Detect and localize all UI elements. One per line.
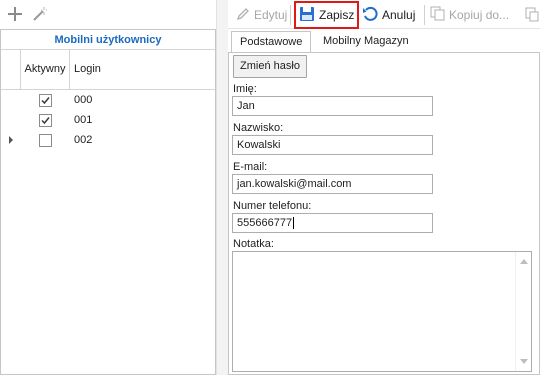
text-caret [293, 217, 295, 230]
current-row-arrow-icon [9, 136, 13, 144]
row-selector[interactable] [1, 130, 21, 150]
pencil-icon [236, 7, 250, 24]
toolbar-separator [290, 5, 291, 25]
table-row[interactable]: 001 [1, 110, 215, 130]
login-cell: 001 [74, 114, 93, 126]
basic-form-panel: Zmień hasło Imię: Jan Nazwisko: Kowalski… [228, 52, 540, 375]
last-name-field[interactable]: Kowalski [232, 135, 433, 155]
floppy-disk-icon [299, 6, 315, 25]
phone-field[interactable]: 555666777 [232, 213, 433, 233]
email-label: E-mail: [233, 161, 268, 173]
note-label: Notatka: [233, 238, 274, 250]
undo-icon [362, 6, 378, 25]
phone-value: 555666777 [237, 217, 293, 229]
tab-mobile-warehouse[interactable]: Mobilny Magazyn [315, 31, 417, 52]
edit-label: Edytuj [254, 8, 288, 22]
scroll-up-icon[interactable] [520, 259, 528, 264]
active-cell [21, 130, 70, 150]
toolbar-separator [424, 5, 425, 25]
last-name-label: Nazwisko: [233, 122, 284, 134]
active-cell [21, 110, 70, 130]
table-row[interactable]: 002 [1, 130, 215, 150]
form-toolbar: Edytuj Zapisz Anuluj Kopiuj do... [228, 0, 540, 29]
checkmark-icon [41, 116, 50, 124]
row-selector-header [1, 50, 21, 89]
edit-button[interactable]: Edytuj [236, 3, 287, 27]
phone-label: Numer telefonu: [233, 200, 312, 212]
login-cell: 002 [74, 134, 93, 146]
grid-title: Mobilni użytkownicy [1, 30, 215, 50]
checkmark-icon [41, 96, 50, 104]
tab-strip: Podstawowe Mobilny Magazyn [228, 29, 540, 52]
first-name-field[interactable]: Jan [232, 96, 433, 116]
copy-icon [430, 6, 445, 24]
copy-to-button[interactable]: Kopiuj do... [430, 3, 509, 27]
note-textarea[interactable] [232, 251, 532, 372]
magic-wand-icon[interactable] [30, 4, 50, 24]
note-scrollbar[interactable] [515, 252, 531, 371]
cancel-button[interactable]: Anuluj [362, 3, 415, 27]
export-icon[interactable] [522, 4, 540, 24]
panel-splitter[interactable] [216, 0, 228, 375]
column-header-active[interactable]: Aktywny [21, 50, 70, 89]
active-checkbox[interactable] [39, 113, 52, 127]
tab-basic[interactable]: Podstawowe [231, 31, 312, 52]
row-selector[interactable] [1, 110, 21, 130]
active-checkbox[interactable] [39, 133, 52, 147]
left-toolbar [0, 0, 216, 29]
table-row[interactable]: 000 [1, 90, 215, 110]
first-name-label: Imię: [233, 83, 257, 95]
login-cell: 000 [74, 94, 93, 106]
active-cell [21, 90, 70, 110]
column-header-login[interactable]: Login [74, 50, 215, 89]
save-button[interactable]: Zapisz [294, 1, 360, 29]
cancel-label: Anuluj [382, 8, 416, 22]
plus-icon[interactable] [5, 4, 25, 24]
scroll-down-icon[interactable] [520, 359, 528, 364]
email-field[interactable]: jan.kowalski@mail.com [232, 174, 433, 194]
active-checkbox[interactable] [39, 93, 52, 107]
grid-header: Aktywny Login [1, 50, 215, 90]
save-label: Zapisz [319, 8, 355, 22]
change-password-button[interactable]: Zmień hasło [233, 55, 307, 78]
copy-to-label: Kopiuj do... [449, 8, 510, 22]
mobile-users-grid: Mobilni użytkownicy Aktywny Login 000 001… [0, 29, 216, 375]
row-selector[interactable] [1, 90, 21, 110]
